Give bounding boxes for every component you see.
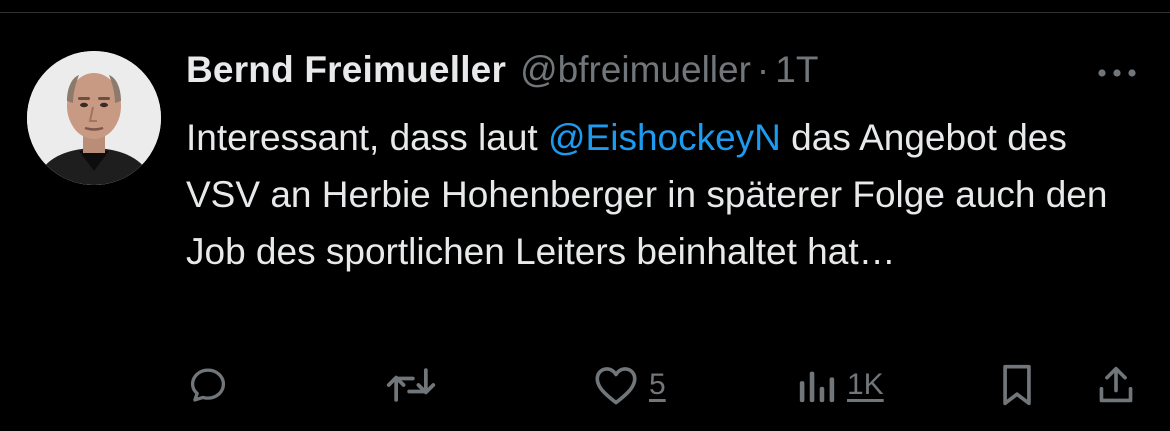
header-separator: · bbox=[756, 49, 770, 90]
more-dots-icon bbox=[1098, 69, 1136, 77]
reply-icon bbox=[190, 368, 226, 402]
mention-link[interactable]: @EishockeyN bbox=[548, 117, 781, 158]
share-icon bbox=[1099, 366, 1133, 403]
tweet-header: Bernd Freimueller @bfreimueller · 1T bbox=[186, 49, 818, 93]
more-options-button[interactable] bbox=[1094, 63, 1140, 83]
retweet-icon bbox=[386, 368, 436, 402]
timestamp[interactable]: 1T bbox=[775, 49, 818, 91]
reply-button[interactable] bbox=[187, 355, 229, 415]
views-button[interactable]: 1K bbox=[797, 355, 884, 415]
share-button[interactable] bbox=[1096, 355, 1136, 415]
tweet-text-intro: Interessant, dass laut bbox=[186, 117, 548, 158]
bookmark-icon bbox=[1003, 364, 1031, 406]
author-name[interactable]: Bernd Freimueller bbox=[186, 49, 506, 91]
views-chart-icon bbox=[799, 371, 835, 403]
tweet-actions: 5 1K bbox=[0, 355, 1170, 415]
retweet-button[interactable] bbox=[385, 355, 437, 415]
avatar[interactable] bbox=[27, 51, 161, 185]
tweet-card[interactable]: Bernd Freimueller @bfreimueller · 1T Int… bbox=[0, 13, 1170, 431]
bookmark-button[interactable] bbox=[1000, 355, 1034, 415]
like-button[interactable]: 5 bbox=[593, 355, 666, 415]
views-count: 1K bbox=[847, 368, 884, 401]
heart-icon bbox=[595, 367, 637, 405]
author-handle[interactable]: @bfreimueller bbox=[520, 49, 751, 91]
like-count: 5 bbox=[649, 368, 666, 401]
tweet-text: Interessant, dass laut @EishockeyN das A… bbox=[186, 109, 1146, 280]
avatar-photo bbox=[27, 51, 161, 185]
